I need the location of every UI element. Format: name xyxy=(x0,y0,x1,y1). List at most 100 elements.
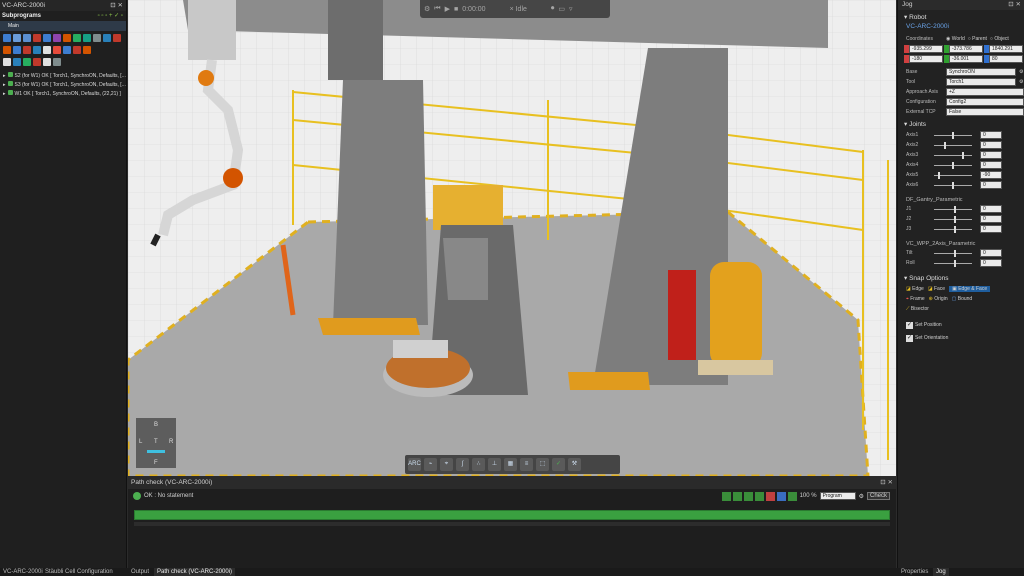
base-dropdown[interactable]: SynchroON xyxy=(946,68,1016,76)
statement-icon[interactable] xyxy=(63,46,71,54)
joint-value-field[interactable]: 0 xyxy=(980,151,1002,159)
statement-icon[interactable] xyxy=(23,58,31,66)
joint-value-field[interactable]: 0 xyxy=(980,141,1002,149)
joint-slider[interactable] xyxy=(934,205,972,213)
joint-slider[interactable] xyxy=(934,215,972,223)
statement-icon[interactable] xyxy=(23,46,31,54)
speed-check-icon[interactable] xyxy=(765,491,775,501)
statement-icon[interactable] xyxy=(3,46,11,54)
timeline-scrollbar[interactable] xyxy=(134,522,890,526)
view-cube[interactable]: B L T R F xyxy=(136,418,176,468)
joint-slider[interactable] xyxy=(934,181,972,189)
tool-dropdown[interactable]: Torch1 xyxy=(946,78,1016,86)
external-tcp-dropdown[interactable]: False xyxy=(946,108,1024,116)
statement-icon[interactable] xyxy=(33,46,41,54)
view-cube-top[interactable]: T xyxy=(154,439,158,445)
snap-frame[interactable]: ⌖ Frame xyxy=(906,296,925,302)
ry-field[interactable]: -36.001 xyxy=(949,55,983,63)
tab-program[interactable]: VC-ARC-2000i xyxy=(0,568,46,576)
statement-icon[interactable] xyxy=(53,34,61,42)
snap-bound[interactable]: ▢ Bound xyxy=(952,296,973,302)
snap-origin[interactable]: ⊕ Origin xyxy=(929,296,948,302)
statement-icon[interactable] xyxy=(43,58,51,66)
stop-icon[interactable]: ■ xyxy=(454,6,458,13)
dropdown-icon[interactable]: ▿ xyxy=(569,5,573,13)
joint-slider[interactable] xyxy=(934,225,972,233)
statement-icon[interactable] xyxy=(53,58,61,66)
joint-slider[interactable] xyxy=(934,249,972,257)
statement-icon[interactable] xyxy=(93,34,101,42)
radio-parent[interactable]: ○ Parent xyxy=(968,36,987,42)
limit-check-icon[interactable] xyxy=(754,491,764,501)
frame-icon[interactable]: ⌖ xyxy=(440,458,453,471)
config-check-icon[interactable] xyxy=(776,491,786,501)
joint-slider[interactable] xyxy=(934,151,972,159)
statement-icon[interactable] xyxy=(13,58,21,66)
joint-value-field[interactable]: -90 xyxy=(980,171,1002,179)
camera-icon[interactable]: ▭ xyxy=(558,5,565,13)
statement-icon[interactable] xyxy=(83,46,91,54)
robot-section[interactable]: ▾ Robot xyxy=(898,10,1024,23)
statement-icon[interactable] xyxy=(3,58,11,66)
subprograms-header[interactable]: Subprograms ▫ ▫ ▫ + ✓ ▫ xyxy=(0,11,126,21)
statement-icon[interactable] xyxy=(33,58,41,66)
approach-axis-dropdown[interactable]: +Z xyxy=(946,88,1024,96)
joint-slider[interactable] xyxy=(934,171,972,179)
snap-bisector[interactable]: ⟋ Bisector xyxy=(906,306,929,312)
tab-properties[interactable]: Properties xyxy=(898,568,931,576)
weld-icon[interactable]: ⌁ xyxy=(424,458,437,471)
statement-row[interactable]: ▸ S3 (for W1) OK [ Torch1, SynchroON, Def… xyxy=(0,81,126,90)
points-icon[interactable]: ∴ xyxy=(472,458,485,471)
tab-staubli-config[interactable]: Stäubli Cell Configuration xyxy=(42,568,116,576)
rx-field[interactable]: -180 xyxy=(909,55,943,63)
view-cube-back[interactable]: B xyxy=(154,422,158,428)
snap-edge-face[interactable]: ▣ Edge & Face xyxy=(949,286,991,292)
y-field[interactable]: -373.786 xyxy=(949,45,983,53)
joint-value-field[interactable]: 0 xyxy=(980,205,1002,213)
panel-controls[interactable]: ⊡ ⨯ xyxy=(1008,0,1024,10)
joint-value-field[interactable]: 0 xyxy=(980,181,1002,189)
joint-value-field[interactable]: 0 xyxy=(980,225,1002,233)
rewind-icon[interactable]: ⏮ xyxy=(434,5,440,13)
radio-object[interactable]: ○ Object xyxy=(990,36,1009,42)
list-icon[interactable]: ≡ xyxy=(520,458,533,471)
joint-value-field[interactable]: 0 xyxy=(980,249,1002,257)
mode-dropdown[interactable]: Program xyxy=(819,492,856,500)
view-cube-front[interactable]: F xyxy=(154,460,158,466)
statement-icon[interactable] xyxy=(73,46,81,54)
statement-icon[interactable] xyxy=(43,46,51,54)
joint-value-field[interactable]: 0 xyxy=(980,131,1002,139)
tool-icon[interactable]: ⚒ xyxy=(568,458,581,471)
path-icon[interactable]: ʃ xyxy=(456,458,469,471)
tab-path-check[interactable]: Path check (VC-ARC-2000i) xyxy=(154,568,236,576)
snap-options-section[interactable]: ▾ Snap Options xyxy=(898,268,1024,284)
statement-icon[interactable] xyxy=(13,34,21,42)
configuration-dropdown[interactable]: Config2 xyxy=(946,98,1024,106)
set-position-checkbox[interactable]: ✓ xyxy=(906,321,913,329)
reach-check-icon[interactable] xyxy=(721,491,731,501)
statement-icon[interactable] xyxy=(33,34,41,42)
main-program-item[interactable]: Main xyxy=(0,21,126,31)
select-icon[interactable]: ⬚ xyxy=(536,458,549,471)
axes-icon[interactable]: ⊥ xyxy=(488,458,501,471)
collision-check-icon[interactable] xyxy=(732,491,742,501)
joint-slider[interactable] xyxy=(934,259,972,267)
statement-icon[interactable] xyxy=(83,34,91,42)
joint-value-field[interactable]: 0 xyxy=(980,215,1002,223)
tab-jog[interactable]: Jog xyxy=(933,568,949,576)
snap-edge[interactable]: ◪ Edge xyxy=(906,286,924,292)
record-icon[interactable]: ⏺ xyxy=(551,5,555,13)
arc-button[interactable]: ARC xyxy=(408,458,421,471)
panel-controls[interactable]: ⊡ ⨯ xyxy=(880,477,896,489)
gear-icon[interactable]: ⚙ xyxy=(859,493,864,500)
z-field[interactable]: 1840.291 xyxy=(989,45,1023,53)
statement-icon[interactable] xyxy=(63,34,71,42)
statement-icon[interactable] xyxy=(3,34,11,42)
statement-icon[interactable] xyxy=(53,46,61,54)
settings-check-icon[interactable] xyxy=(787,491,797,501)
set-orientation-checkbox[interactable]: ✓ xyxy=(906,334,913,342)
joints-section[interactable]: ▾ Joints xyxy=(898,117,1024,130)
joint-slider[interactable] xyxy=(934,161,972,169)
statement-icon[interactable] xyxy=(73,34,81,42)
statement-row[interactable]: ▸ S2 (for W1) OK [ Torch1, SynchroON, Def… xyxy=(0,72,126,81)
